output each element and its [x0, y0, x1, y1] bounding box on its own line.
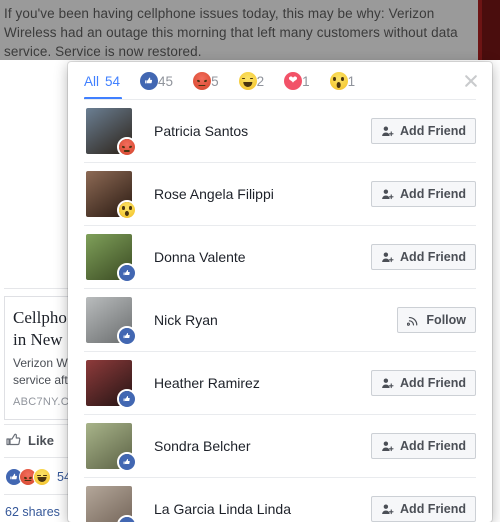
avatar-wrapper[interactable]: [86, 171, 137, 220]
like-icon: [140, 72, 159, 90]
reactor-name[interactable]: La Garcia Linda Linda: [154, 501, 371, 517]
add-friend-button[interactable]: Add Friend: [371, 244, 476, 270]
reaction-tab-count: 54: [105, 73, 121, 89]
wow-icon: [119, 202, 135, 218]
haha-icon: [33, 468, 51, 486]
reaction-badge: [117, 263, 137, 283]
reactors-list[interactable]: Patricia Santos Add Friend Rose Angela Fil…: [68, 100, 492, 522]
add-friend-icon: [382, 189, 394, 199]
reactor-row[interactable]: Sondra Belcher Add Friend: [84, 414, 476, 477]
reaction-tabs: All 54 45 5 2 ❤ 1 1: [84, 62, 375, 100]
reaction-summary[interactable]: 54: [5, 468, 71, 486]
like-icon: [119, 328, 135, 344]
action-button-label: Add Friend: [400, 250, 466, 264]
reaction-badge: [117, 515, 137, 522]
reactor-name[interactable]: Donna Valente: [154, 249, 371, 265]
reaction-tab-count: 2: [256, 73, 265, 89]
action-button-label: Add Friend: [400, 187, 466, 201]
action-button-label: Add Friend: [400, 376, 466, 390]
add-friend-button[interactable]: Add Friend: [371, 181, 476, 207]
reaction-tab-like[interactable]: 45: [140, 62, 184, 100]
reactor-name[interactable]: Sondra Belcher: [154, 438, 371, 454]
action-button-label: Add Friend: [400, 124, 466, 138]
reaction-tab-count: 1: [347, 73, 356, 89]
reactor-row[interactable]: La Garcia Linda Linda Add Friend: [84, 477, 476, 522]
reactor-row[interactable]: Heather Ramirez Add Friend: [84, 351, 476, 414]
wow-icon: [329, 72, 348, 90]
avatar-wrapper[interactable]: [86, 108, 137, 157]
reactor-row[interactable]: Donna Valente Add Friend: [84, 225, 476, 288]
reaction-badge: [117, 389, 137, 409]
post-message: If you've been having cellphone issues t…: [4, 6, 458, 59]
reaction-tab-all[interactable]: All 54: [84, 62, 131, 100]
action-button-label: Add Friend: [400, 502, 466, 516]
like-button[interactable]: Like: [6, 432, 54, 448]
love-icon: ❤: [284, 72, 303, 90]
angry-icon: [193, 72, 212, 90]
reaction-badge: [117, 200, 137, 220]
haha-icon: [238, 72, 257, 90]
like-icon: [119, 391, 135, 407]
add-friend-button[interactable]: Add Friend: [371, 496, 476, 522]
reactor-name[interactable]: Nick Ryan: [154, 312, 397, 328]
shares-link[interactable]: 62 shares: [5, 505, 60, 519]
close-icon[interactable]: [463, 73, 479, 89]
like-icon: [119, 265, 135, 281]
like-icon: [119, 517, 135, 522]
angry-icon: [119, 139, 135, 155]
action-button-label: Add Friend: [400, 439, 466, 453]
avatar-wrapper[interactable]: [86, 234, 137, 283]
reactions-modal: All 54 45 5 2 ❤ 1 1 Patricia Santos Add Friend Ro…: [68, 62, 492, 522]
reaction-tab-count: 5: [211, 73, 219, 89]
reactor-row[interactable]: Nick Ryan Follow: [84, 288, 476, 351]
follow-button[interactable]: Follow: [397, 307, 476, 333]
reaction-badge: [117, 452, 137, 472]
add-friend-button[interactable]: Add Friend: [371, 433, 476, 459]
add-friend-icon: [382, 441, 394, 451]
screen: If you've been having cellphone issues t…: [0, 0, 500, 522]
add-friend-button[interactable]: Add Friend: [371, 370, 476, 396]
reactor-name[interactable]: Heather Ramirez: [154, 375, 371, 391]
add-friend-icon: [382, 126, 394, 136]
add-friend-icon: [382, 504, 394, 514]
reaction-tab-count: 1: [302, 73, 310, 89]
add-friend-button[interactable]: Add Friend: [371, 118, 476, 144]
reaction-tab-haha[interactable]: 2: [238, 62, 276, 100]
reactor-name[interactable]: Rose Angela Filippi: [154, 186, 371, 202]
reactor-row[interactable]: Rose Angela Filippi Add Friend: [84, 162, 476, 225]
thumbs-up-outline-icon: [6, 432, 22, 448]
add-friend-icon: [382, 252, 394, 262]
like-icon: [119, 454, 135, 470]
reactor-name[interactable]: Patricia Santos: [154, 123, 371, 139]
modal-header: All 54 45 5 2 ❤ 1 1: [68, 62, 492, 100]
avatar-wrapper[interactable]: [86, 297, 137, 346]
avatar-wrapper[interactable]: [86, 486, 137, 522]
reaction-badge: [117, 137, 137, 157]
reaction-tab-label: All: [84, 73, 100, 89]
reaction-tab-angry[interactable]: 5: [193, 62, 230, 100]
action-button-label: Follow: [426, 313, 466, 327]
reaction-tab-love[interactable]: ❤ 1: [284, 62, 321, 100]
reaction-badge: [117, 326, 137, 346]
follow-icon: [407, 316, 418, 326]
like-label: Like: [28, 432, 55, 448]
avatar-wrapper[interactable]: [86, 360, 137, 409]
add-friend-icon: [382, 378, 394, 388]
reactor-row[interactable]: Patricia Santos Add Friend: [84, 100, 476, 162]
right-accent-band: [482, 0, 500, 60]
reaction-tab-count: 45: [158, 73, 174, 89]
reaction-tab-wow[interactable]: 1: [329, 62, 367, 100]
avatar-wrapper[interactable]: [86, 423, 137, 472]
